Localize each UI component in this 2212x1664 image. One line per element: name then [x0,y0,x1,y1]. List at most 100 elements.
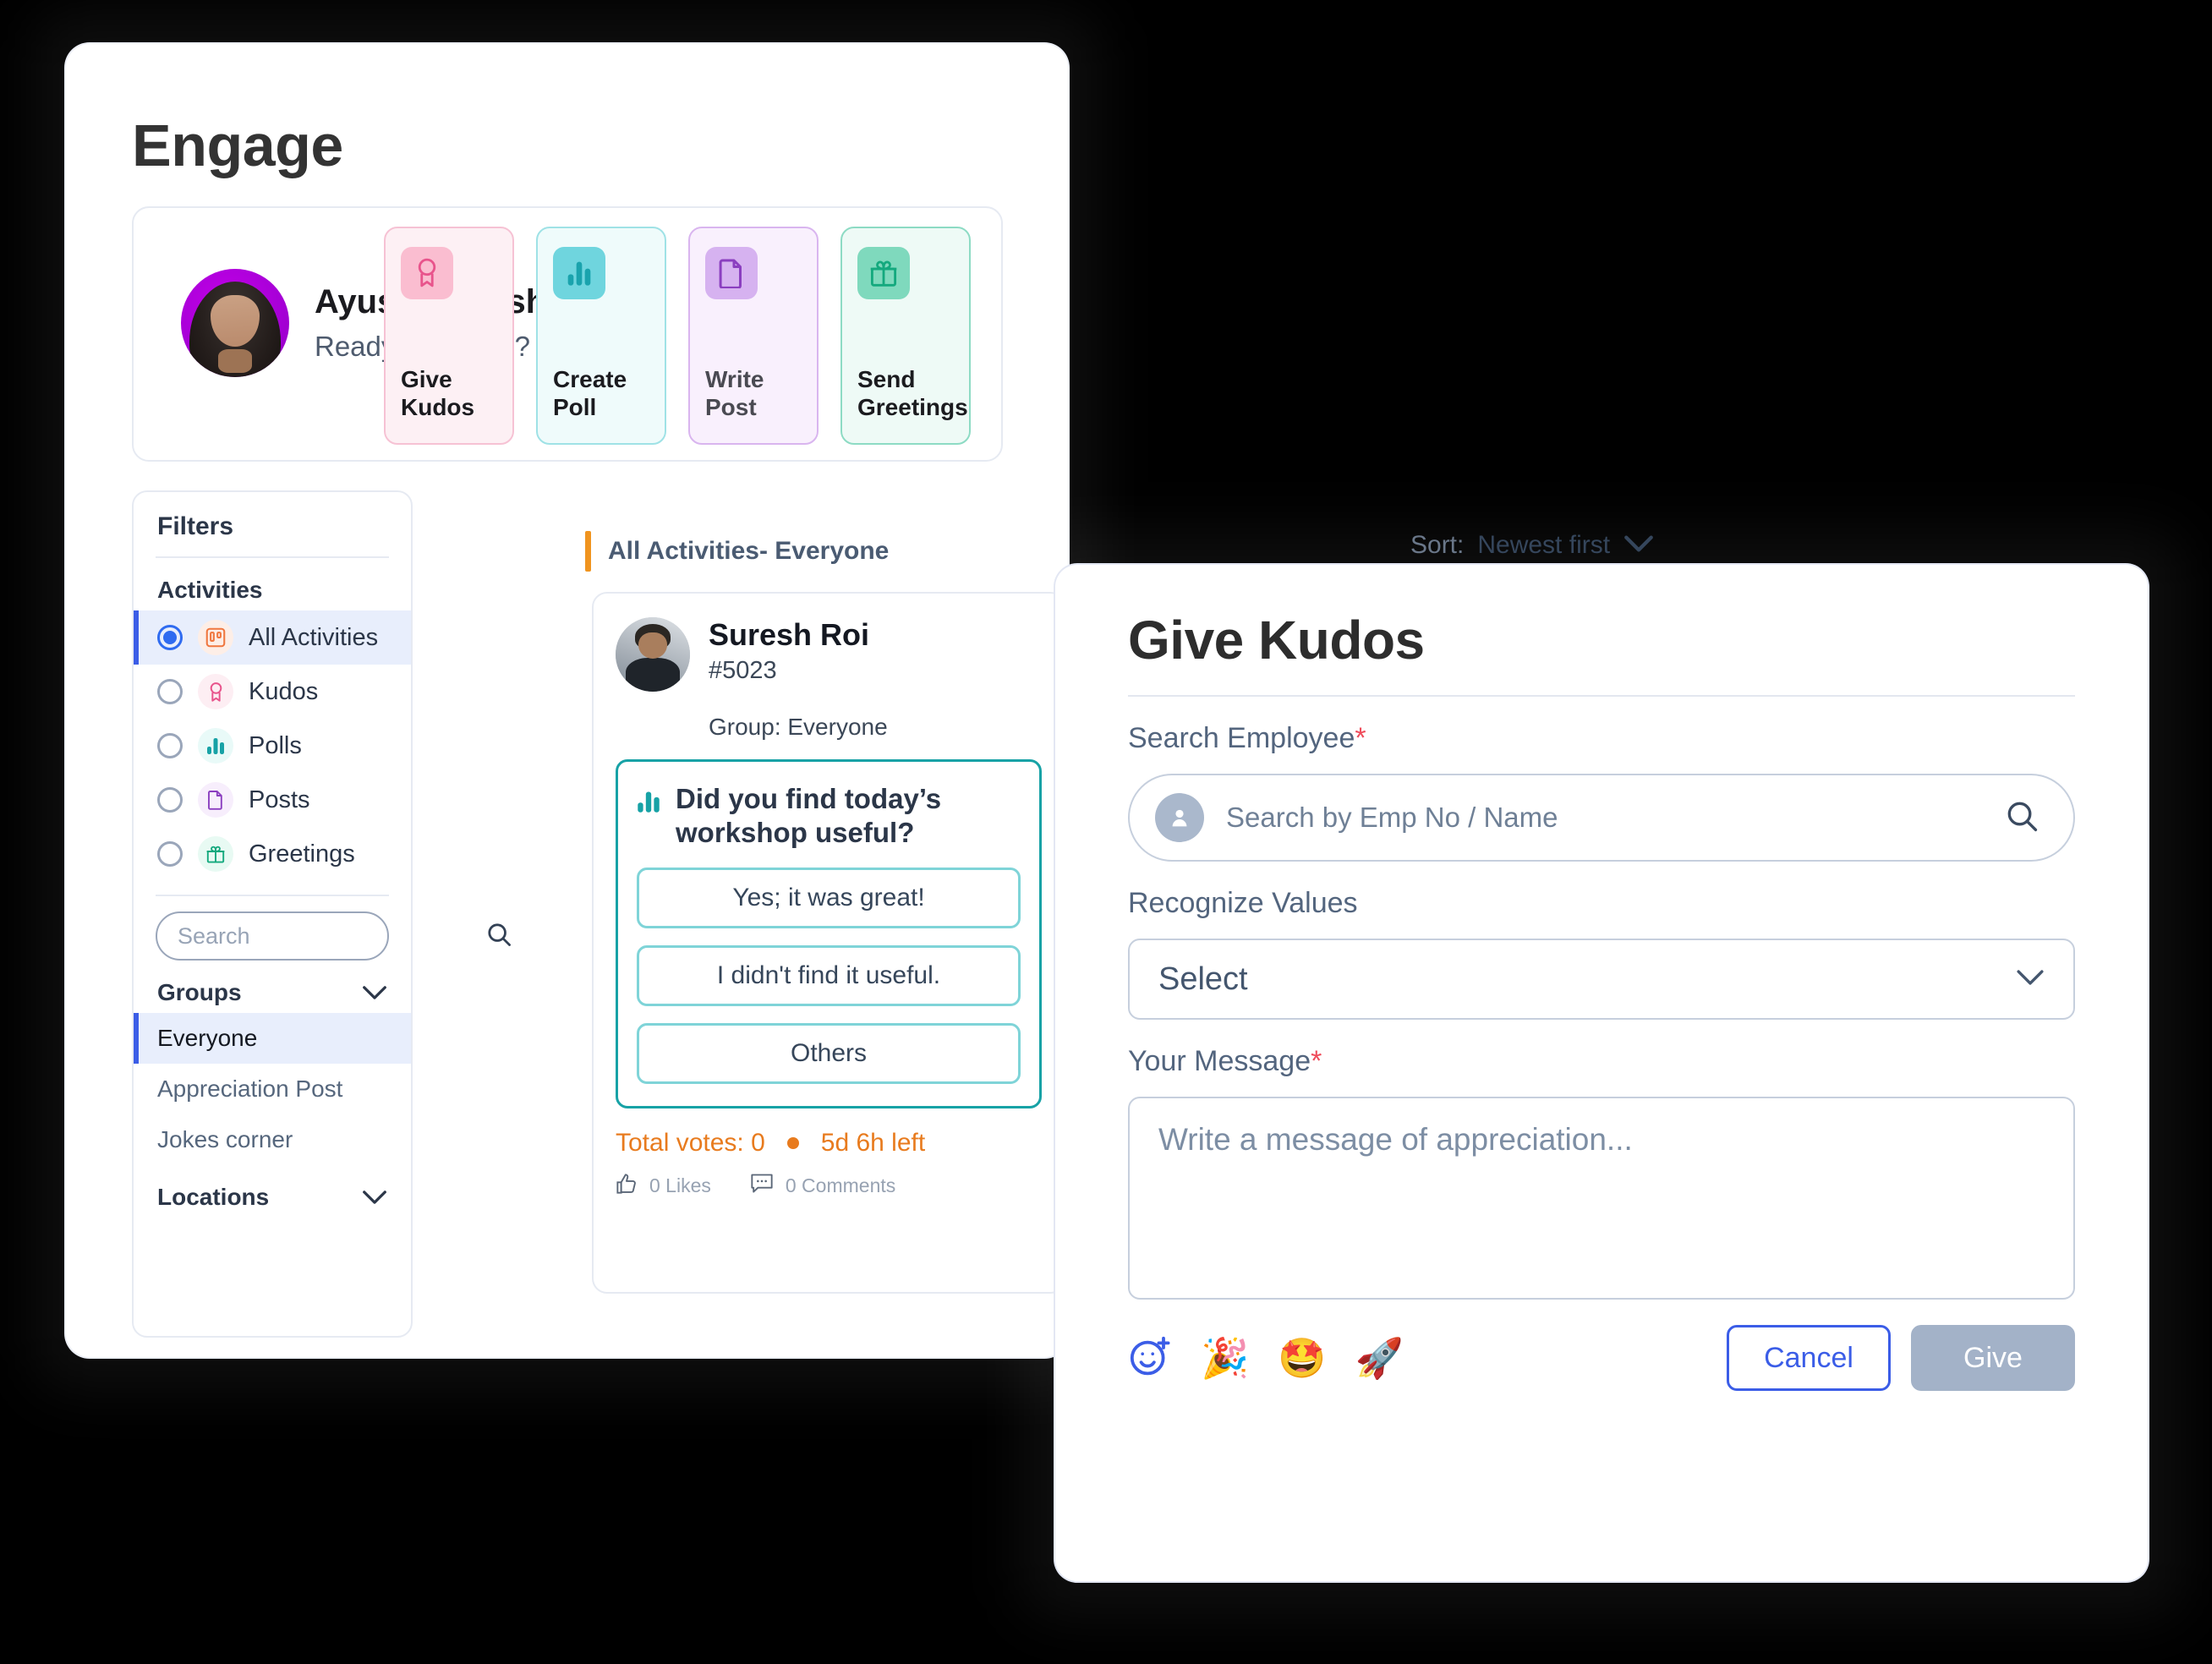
locations-heading: Locations [157,1184,270,1210]
radio-posts[interactable] [157,787,183,813]
message-field[interactable] [1128,1097,2075,1300]
party-popper-emoji[interactable]: 🎉 [1201,1338,1249,1377]
sidebar-search-box[interactable] [156,911,511,961]
required-mark: * [1311,1045,1322,1077]
sort-label: Sort: [1410,531,1465,559]
page-title: Engage [132,112,343,178]
search-employee-input[interactable] [1226,802,1982,834]
sort-control[interactable]: Sort: Newest first [1410,531,1654,560]
board-icon [198,620,233,655]
post-header: Suresh Roi #5023 [616,617,1042,692]
required-mark: * [1355,722,1366,754]
search-icon[interactable] [2004,798,2040,838]
gift-icon [198,836,233,872]
bar-chart-icon [637,787,660,821]
chevron-down-icon [362,979,387,1006]
chevron-down-icon [362,1184,387,1211]
give-kudos-card[interactable]: Give Kudos [384,227,514,445]
rocket-emoji[interactable]: 🚀 [1355,1338,1404,1377]
filter-kudos[interactable]: Kudos [134,665,411,719]
post-author-name: Suresh Roi [709,617,870,652]
recognize-values-label: Recognize Values [1128,887,1358,919]
poll-meta: Total votes: 0 5d 6h left [616,1129,1042,1158]
modal-footer: 🎉 🤩 🚀 Cancel Give [1128,1325,2075,1391]
group-item-jokes-corner[interactable]: Jokes corner [134,1114,411,1165]
star-struck-emoji[interactable]: 🤩 [1278,1338,1326,1377]
give-button[interactable]: Give [1911,1325,2075,1391]
emoji-row: 🎉 🤩 🚀 [1128,1334,1404,1382]
quick-actions: Give Kudos Create Poll Write Post Send G… [384,227,971,445]
feed-heading: All Activities- Everyone [585,531,889,572]
separator-dot [786,1136,799,1149]
feed-post-card: Suresh Roi #5023 Group: Everyone Did you… [592,592,1065,1294]
filter-posts[interactable]: Posts [134,773,411,827]
activities-heading: Activities [157,577,263,603]
screen-canvas: Engage Ayushi Rajesh dorle Ready to dive… [0,0,2212,1664]
send-greetings-card[interactable]: Send Greetings [840,227,971,445]
sort-value: Newest first [1477,531,1611,559]
search-icon [485,921,512,952]
person-icon [1155,793,1204,842]
poll-total-votes: Total votes: 0 [616,1128,765,1157]
divider [156,895,389,896]
locations-section-toggle[interactable]: Locations [134,1165,411,1218]
radio-kudos[interactable] [157,679,183,704]
label-text: Search Employee [1128,722,1355,754]
create-poll-label: Create Poll [553,365,627,420]
feed-accent-bar [585,531,591,572]
radio-all-activities[interactable] [157,625,183,650]
filter-label: Greetings [249,840,355,868]
poll-question-row: Did you find today’s workshop useful? [637,782,1021,851]
send-greetings-label: Send Greetings [857,365,968,420]
poll-option[interactable]: Yes; it was great! [637,867,1021,928]
poll-option[interactable]: Others [637,1022,1021,1084]
radio-polls[interactable] [157,733,183,758]
group-item-appreciation-post[interactable]: Appreciation Post [134,1064,411,1114]
recognize-values-value: Select [1158,961,1248,997]
divider [1128,695,2075,697]
groups-heading: Groups [157,979,242,1005]
ribbon-award-icon [401,247,453,299]
recognize-values-select[interactable]: Select [1128,939,2075,1020]
chevron-down-icon [2016,969,2045,990]
comment-icon [750,1173,774,1200]
document-icon [198,782,233,818]
search-employee-field[interactable] [1128,774,2075,862]
give-kudos-label: Give Kudos [401,365,475,420]
comment-button[interactable]: 0 Comments [750,1173,895,1200]
message-textarea[interactable] [1158,1122,2045,1274]
your-message-label: Your Message* [1128,1045,2075,1078]
write-post-card[interactable]: Write Post [688,227,819,445]
chevron-down-icon [1623,534,1654,557]
filter-label: All Activities [249,623,379,651]
filter-label: Polls [249,731,302,759]
cancel-button[interactable]: Cancel [1727,1325,1891,1391]
poll-time-left: 5d 6h left [820,1128,926,1157]
groups-section-toggle[interactable]: Groups [134,961,411,1013]
post-actions: 0 Likes 0 Comments [616,1173,1042,1200]
add-emoji-icon[interactable] [1128,1334,1172,1382]
feed-heading-text: All Activities- Everyone [608,537,890,565]
filter-polls[interactable]: Polls [134,719,411,773]
filter-all-activities[interactable]: All Activities [134,610,411,665]
like-button[interactable]: 0 Likes [616,1173,711,1200]
post-author-id: #5023 [709,657,777,685]
search-employee-label: Search Employee* [1128,722,2075,755]
thumbs-up-icon [616,1173,638,1200]
filter-label: Kudos [249,677,319,705]
comment-count: 0 Comments [785,1174,896,1196]
radio-greetings[interactable] [157,841,183,867]
give-kudos-modal: Give Kudos Search Employee* Recognize Va… [1055,565,2148,1581]
post-author-avatar [616,617,690,692]
filter-label: Posts [249,785,310,813]
filter-greetings[interactable]: Greetings [134,827,411,881]
footer-buttons: Cancel Give [1727,1325,2075,1391]
create-poll-card[interactable]: Create Poll [536,227,666,445]
bar-chart-icon [198,728,233,764]
poll-question: Did you find today’s workshop useful? [676,783,942,849]
filters-title: Filters [157,512,234,540]
poll-option[interactable]: I didn't find it useful. [637,944,1021,1006]
group-item-everyone[interactable]: Everyone [134,1013,411,1064]
post-group-label: Group: Everyone [709,714,888,740]
search-input[interactable] [178,922,477,950]
